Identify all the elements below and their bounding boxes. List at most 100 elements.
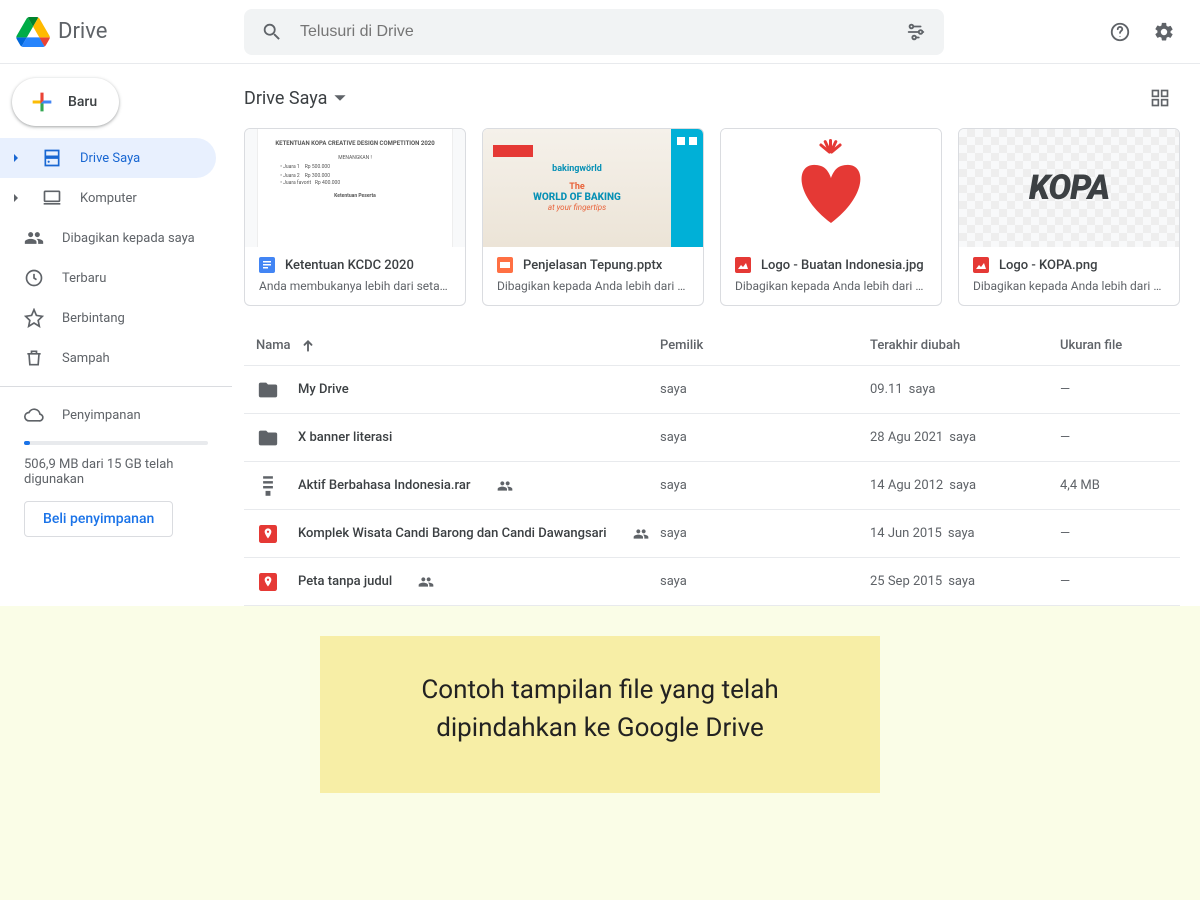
buy-storage-button[interactable]: Beli penyimpanan <box>24 501 173 537</box>
sidebar-item-label: Sampah <box>62 351 110 366</box>
logo[interactable]: Drive <box>16 17 244 47</box>
archive-icon <box>256 474 280 498</box>
drive-logo-icon <box>16 17 50 47</box>
card-sub: Dibagikan kepada Anda lebih dari s… <box>735 279 927 293</box>
path-row: Drive Saya <box>244 74 1180 122</box>
cloud-icon <box>24 405 44 425</box>
file-size: — <box>1060 382 1180 397</box>
file-modified: 09.11saya <box>870 382 1060 397</box>
col-owner-header[interactable]: Pemilik <box>660 338 870 353</box>
search-icon[interactable] <box>252 12 292 52</box>
search-options-icon[interactable] <box>896 12 936 52</box>
sidebar-item-starred[interactable]: Berbintang <box>0 298 216 338</box>
shared-badge-icon <box>633 526 649 542</box>
settings-icon[interactable] <box>1144 12 1184 52</box>
sidebar-item-shared[interactable]: Dibagikan kepada saya <box>0 218 216 258</box>
card-sub: Anda membukanya lebih dari setah… <box>259 279 451 293</box>
file-modified: 14 Agu 2012saya <box>870 478 1060 493</box>
card-doc[interactable]: KETENTUAN KOPA CREATIVE DESIGN COMPETITI… <box>244 128 466 306</box>
table-row[interactable]: X banner literasisaya28 Agu 2021saya— <box>244 414 1180 462</box>
body: Baru Drive Saya Komputer Dibagikan kepad… <box>0 64 1200 606</box>
slides-icon <box>497 257 513 273</box>
expand-icon[interactable] <box>8 193 24 203</box>
file-size: — <box>1060 526 1180 541</box>
expand-icon[interactable] <box>8 153 24 163</box>
card-thumb: KOPA <box>959 129 1179 247</box>
file-name: Komplek Wisata Candi Barong dan Candi Da… <box>298 526 607 541</box>
storage-bar <box>24 441 208 445</box>
sidebar-item-label: Drive Saya <box>80 151 140 166</box>
plus-icon <box>28 88 56 116</box>
col-size-header[interactable]: Ukuran file <box>1060 338 1180 353</box>
breadcrumb[interactable]: Drive Saya <box>244 88 347 109</box>
card-title: Logo - KOPA.png <box>999 258 1097 273</box>
trash-icon <box>24 348 44 368</box>
caption: Contoh tampilan file yang telah dipindah… <box>320 636 880 793</box>
file-owner: saya <box>660 526 870 541</box>
file-name: Peta tanpa judul <box>298 574 392 589</box>
clock-icon <box>24 268 44 288</box>
main: Drive Saya KETENTUAN KOPA CREATIVE DESIG… <box>232 64 1200 606</box>
file-modified: 25 Sep 2015saya <box>870 574 1060 589</box>
file-table: Nama Pemilik Terakhir diubah Ukuran file… <box>244 326 1180 606</box>
col-name-label: Nama <box>256 338 291 353</box>
shared-icon <box>24 228 44 248</box>
sort-asc-icon <box>301 339 315 353</box>
nav-list: Drive Saya Komputer Dibagikan kepada say… <box>0 138 232 378</box>
sidebar-item-label: Dibagikan kepada saya <box>62 231 195 246</box>
shared-badge-icon <box>497 478 513 494</box>
file-name: My Drive <box>298 382 349 397</box>
col-modified-header[interactable]: Terakhir diubah <box>870 338 1060 353</box>
image-icon <box>973 257 989 273</box>
sidebar-item-computers[interactable]: Komputer <box>0 178 216 218</box>
card-slides[interactable]: bakingwörld The WORLD OF BAKING at your … <box>482 128 704 306</box>
sidebar-item-trash[interactable]: Sampah <box>0 338 216 378</box>
file-modified: 28 Agu 2021saya <box>870 430 1060 445</box>
chevron-down-icon <box>333 91 347 105</box>
new-button[interactable]: Baru <box>12 78 119 126</box>
sidebar-item-recent[interactable]: Terbaru <box>0 258 216 298</box>
card-sub: Dibagikan kepada Anda lebih dari s… <box>973 279 1165 293</box>
table-row[interactable]: Aktif Berbahasa Indonesia.rarsaya14 Agu … <box>244 462 1180 510</box>
storage-summary: 506,9 MB dari 15 GB telah digunakan Beli… <box>0 435 232 543</box>
divider <box>0 386 232 387</box>
search-bar <box>244 9 944 55</box>
buy-storage-label: Beli penyimpanan <box>43 511 154 527</box>
col-name-header[interactable]: Nama <box>244 338 660 353</box>
card-title: Ketentuan KCDC 2020 <box>285 258 414 273</box>
table-row[interactable]: My Drivesaya09.11saya— <box>244 366 1180 414</box>
folder-icon <box>256 378 280 402</box>
card-thumb: KETENTUAN KOPA CREATIVE DESIGN COMPETITI… <box>245 129 465 247</box>
map-icon <box>256 522 280 546</box>
file-name: Aktif Berbahasa Indonesia.rar <box>298 478 471 493</box>
sidebar-item-my-drive[interactable]: Drive Saya <box>0 138 216 178</box>
storage-text: 506,9 MB dari 15 GB telah digunakan <box>24 457 208 487</box>
file-size: 4,4 MB <box>1060 478 1180 493</box>
search-input[interactable] <box>292 23 896 41</box>
file-size: — <box>1060 574 1180 589</box>
card-thumb <box>721 129 941 247</box>
breadcrumb-label: Drive Saya <box>244 88 327 109</box>
card-image-kopa[interactable]: KOPA Logo - KOPA.png Dibagikan kepada An… <box>958 128 1180 306</box>
drive-app: Drive Baru <box>0 0 1200 606</box>
sidebar-item-label: Komputer <box>80 191 137 206</box>
sidebar-item-label: Terbaru <box>62 271 106 286</box>
card-sub: Dibagikan kepada Anda lebih dari s… <box>497 279 689 293</box>
table-row[interactable]: Komplek Wisata Candi Barong dan Candi Da… <box>244 510 1180 558</box>
sidebar-item-label: Berbintang <box>62 311 125 326</box>
image-icon <box>735 257 751 273</box>
file-owner: saya <box>660 430 870 445</box>
file-owner: saya <box>660 574 870 589</box>
star-icon <box>24 308 44 328</box>
help-icon[interactable] <box>1100 12 1140 52</box>
caption-text: Contoh tampilan file yang telah dipindah… <box>421 675 778 743</box>
grid-view-icon[interactable] <box>1140 78 1180 118</box>
card-thumb: bakingwörld The WORLD OF BAKING at your … <box>483 129 703 247</box>
header: Drive <box>0 0 1200 64</box>
table-row[interactable]: Peta tanpa judul saya25 Sep 2015saya— <box>244 558 1180 606</box>
card-image-heart[interactable]: Logo - Buatan Indonesia.jpg Dibagikan ke… <box>720 128 942 306</box>
file-size: — <box>1060 430 1180 445</box>
docs-icon <box>259 257 275 273</box>
sidebar-item-storage[interactable]: Penyimpanan <box>0 395 216 435</box>
computer-icon <box>42 188 62 208</box>
